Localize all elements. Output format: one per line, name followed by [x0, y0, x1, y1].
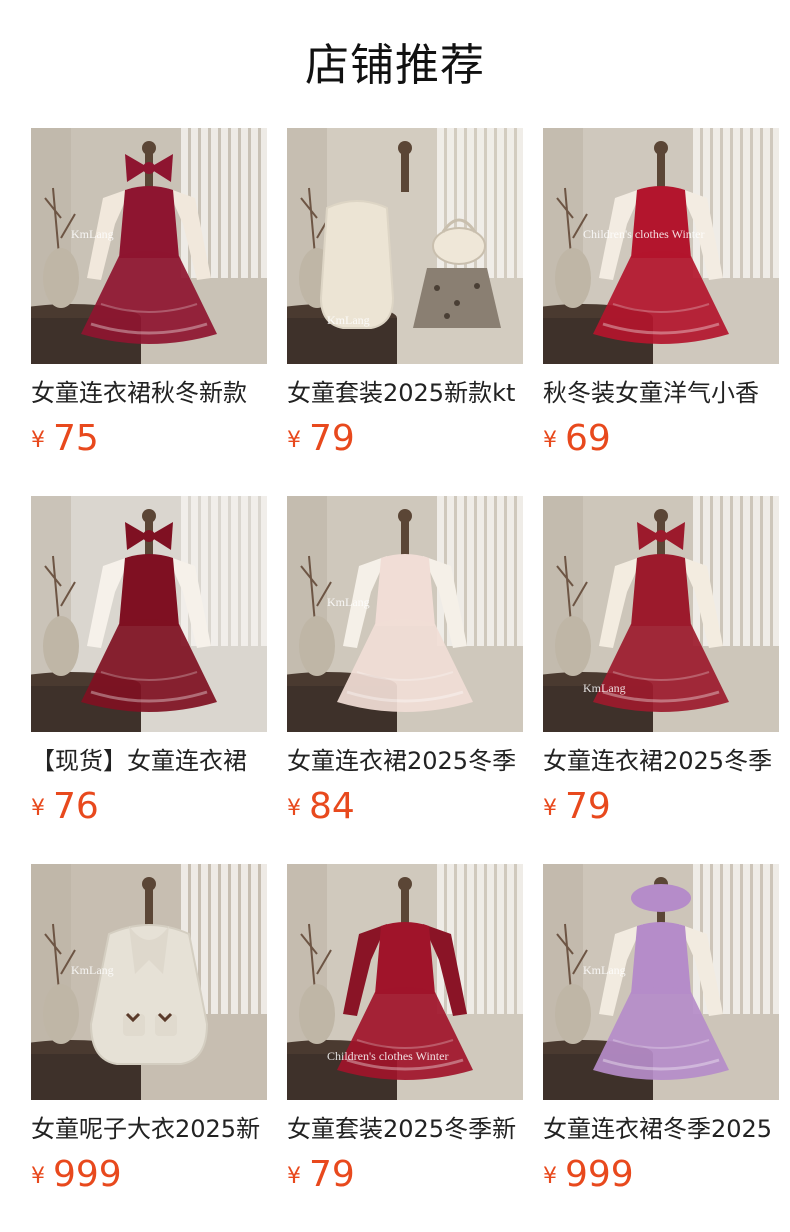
product-card[interactable]: KmLang 女童套装2025新款kt ¥79	[287, 128, 523, 496]
price-amount: 999	[565, 1154, 634, 1195]
svg-text:Children's clothes Winter: Children's clothes Winter	[583, 227, 704, 241]
svg-text:KmLang: KmLang	[71, 963, 114, 977]
product-title[interactable]: 秋冬装女童洋气小香	[543, 376, 779, 410]
product-card[interactable]: KmLang 女童连衣裙秋冬新款 ¥75	[31, 128, 267, 496]
product-price: ¥76	[31, 784, 99, 830]
svg-text:KmLang: KmLang	[583, 963, 626, 977]
svg-text:KmLang: KmLang	[71, 227, 114, 241]
price-amount: 84	[309, 786, 355, 827]
product-title[interactable]: 女童套装2025新款kt	[287, 376, 523, 410]
product-price: ¥999	[543, 1152, 634, 1198]
product-price: ¥79	[287, 416, 355, 462]
product-card[interactable]: KmLang 女童连衣裙2025冬季 ¥79	[543, 496, 779, 864]
product-image[interactable]: KmLang	[31, 864, 267, 1100]
price-amount: 79	[565, 786, 611, 827]
price-amount: 76	[53, 786, 99, 827]
svg-text:KmLang: KmLang	[583, 681, 626, 695]
product-price: ¥79	[543, 784, 611, 830]
product-image[interactable]	[31, 496, 267, 732]
product-title[interactable]: 女童呢子大衣2025新	[31, 1112, 267, 1146]
product-image[interactable]: KmLang	[287, 128, 523, 364]
currency-symbol: ¥	[31, 428, 45, 453]
price-amount: 999	[53, 1154, 122, 1195]
product-price: ¥69	[543, 416, 611, 462]
svg-text:KmLang: KmLang	[327, 313, 370, 327]
product-card[interactable]: Children's clothes Winter 秋冬装女童洋气小香 ¥69	[543, 128, 779, 496]
currency-symbol: ¥	[31, 1164, 45, 1189]
product-image[interactable]: Children's clothes Winter	[543, 128, 779, 364]
product-price: ¥999	[31, 1152, 122, 1198]
product-image[interactable]: KmLang	[543, 496, 779, 732]
price-amount: 79	[309, 418, 355, 459]
product-title[interactable]: 【现货】女童连衣裙	[31, 744, 267, 778]
product-image[interactable]: Children's clothes Winter	[287, 864, 523, 1100]
product-image[interactable]: KmLang	[31, 128, 267, 364]
product-card[interactable]: KmLang 女童呢子大衣2025新 ¥999	[31, 864, 267, 1232]
price-amount: 75	[53, 418, 99, 459]
product-title[interactable]: 女童连衣裙2025冬季	[287, 744, 523, 778]
product-card[interactable]: Children's clothes Winter 女童套装2025冬季新 ¥7…	[287, 864, 523, 1232]
currency-symbol: ¥	[543, 1164, 557, 1189]
product-card[interactable]: KmLang 女童连衣裙冬季2025 ¥999	[543, 864, 779, 1232]
page-title: 店铺推荐	[305, 40, 485, 91]
price-amount: 69	[565, 418, 611, 459]
product-card[interactable]: 【现货】女童连衣裙 ¥76	[31, 496, 267, 864]
product-grid: KmLang 女童连衣裙秋冬新款 ¥75 KmLang 女童套装2025新款kt…	[31, 128, 790, 1232]
svg-text:Children's clothes Winter: Children's clothes Winter	[327, 1049, 448, 1063]
product-title[interactable]: 女童连衣裙冬季2025	[543, 1112, 779, 1146]
currency-symbol: ¥	[543, 428, 557, 453]
product-image[interactable]: KmLang	[543, 864, 779, 1100]
product-price: ¥84	[287, 784, 355, 830]
price-amount: 79	[309, 1154, 355, 1195]
product-price: ¥79	[287, 1152, 355, 1198]
svg-text:KmLang: KmLang	[327, 595, 370, 609]
product-price: ¥75	[31, 416, 99, 462]
currency-symbol: ¥	[31, 796, 45, 821]
product-title[interactable]: 女童连衣裙秋冬新款	[31, 376, 267, 410]
currency-symbol: ¥	[287, 428, 301, 453]
product-image[interactable]: KmLang	[287, 496, 523, 732]
product-title[interactable]: 女童连衣裙2025冬季	[543, 744, 779, 778]
product-title[interactable]: 女童套装2025冬季新	[287, 1112, 523, 1146]
currency-symbol: ¥	[543, 796, 557, 821]
currency-symbol: ¥	[287, 1164, 301, 1189]
currency-symbol: ¥	[287, 796, 301, 821]
product-card[interactable]: KmLang 女童连衣裙2025冬季 ¥84	[287, 496, 523, 864]
